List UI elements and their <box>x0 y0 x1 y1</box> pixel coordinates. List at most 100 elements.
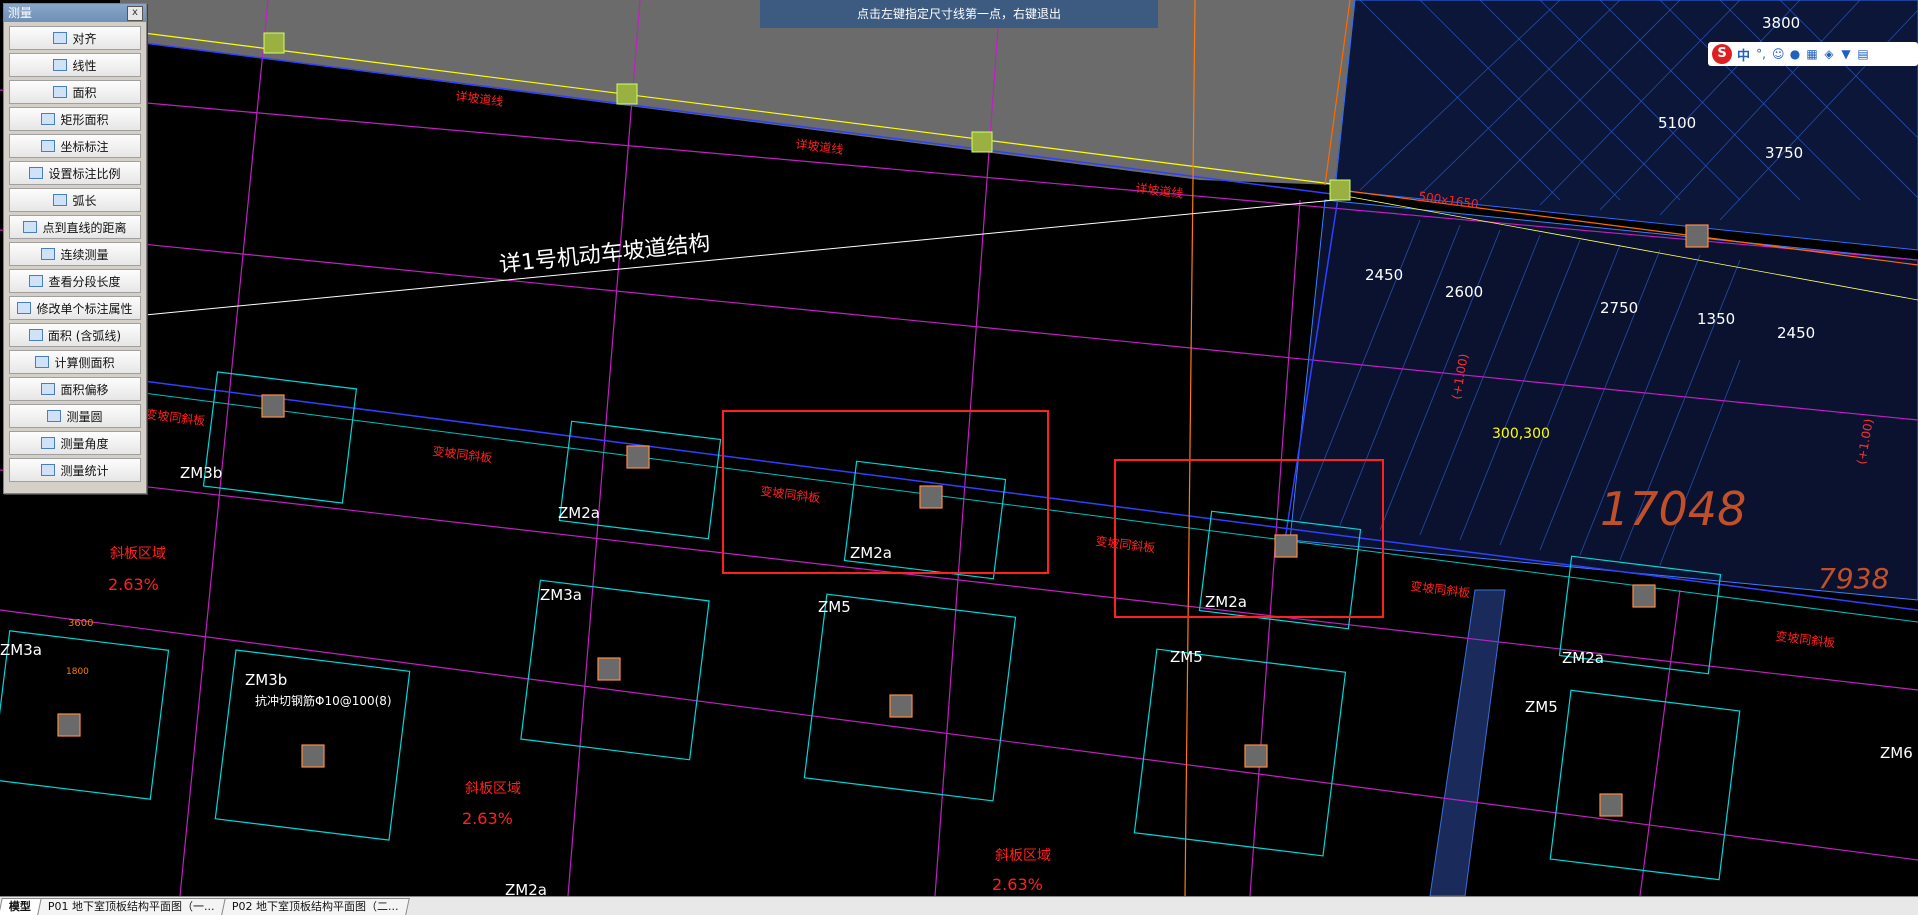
slope-label: 详坡道线 <box>1135 180 1184 201</box>
measure-angle-button[interactable]: 测量角度 <box>9 431 141 455</box>
dimension-text: 1800 <box>66 667 89 677</box>
microphone-icon[interactable]: ● <box>1789 48 1801 60</box>
arc-length-icon <box>53 194 68 206</box>
measure-align-button[interactable]: 对齐 <box>9 26 141 50</box>
measure-arc-area-button[interactable]: 面积 (含弧线) <box>9 323 141 347</box>
command-prompt-hint: 点击左键指定尺寸线第一点，右键退出 <box>760 0 1158 28</box>
slope-zone-label: 斜板区域 <box>465 781 521 797</box>
measure-tool-list: 对齐 线性 面积 矩形面积 坐标标注 设置标注比例 弧长 点到直线的距离 连续测… <box>4 22 146 482</box>
measure-edit-dimension-button[interactable]: 修改单个标注属性 <box>9 296 141 320</box>
close-icon[interactable]: x <box>127 6 143 21</box>
measure-statistics-button[interactable]: 测量统计 <box>9 458 141 482</box>
big-dimension: 17048 <box>1600 482 1746 536</box>
measure-arc-length-button[interactable]: 弧长 <box>9 188 141 212</box>
tab-model[interactable]: 模型 <box>0 898 42 915</box>
circle-measure-icon <box>47 410 62 422</box>
cad-drawing-canvas[interactable]: 详1号机动车坡道结构 详坡道线 详坡道线 详坡道线 变坡同斜板 变坡同斜板 变坡… <box>0 0 1918 896</box>
column-tag: ZM2a <box>1205 593 1247 611</box>
column-tag: ZM6 <box>1880 744 1913 762</box>
measure-area-offset-button[interactable]: 面积偏移 <box>9 377 141 401</box>
segment-length-icon <box>29 275 44 287</box>
measure-item-label: 测量角度 <box>60 436 109 451</box>
skin-icon[interactable]: ◈ <box>1823 48 1835 60</box>
variable-slope-label: 变坡同斜板 <box>432 443 493 465</box>
tab-label: P01 地下室顶板结构平面图（一... <box>47 900 215 913</box>
dimension-text: 300,300 <box>1492 426 1550 442</box>
measure-segment-button[interactable]: 查看分段长度 <box>9 269 141 293</box>
shirt-icon[interactable]: ▼ <box>1840 48 1852 60</box>
big-dimension: 7938 <box>1818 562 1889 595</box>
side-area-icon <box>35 356 50 368</box>
point-line-distance-icon <box>23 221 38 233</box>
measure-area-button[interactable]: 面积 <box>9 80 141 104</box>
column-tag: ZM2a <box>505 881 547 896</box>
edit-dimension-icon <box>17 302 32 314</box>
dimension-text: 2450 <box>1365 266 1403 284</box>
slope-zone-value: 2.63% <box>108 575 159 594</box>
column-tag: ZM5 <box>818 598 851 616</box>
punctuation-icon[interactable]: °, <box>1755 48 1767 60</box>
measure-item-label: 对齐 <box>72 31 97 46</box>
measure-item-label: 计算侧面积 <box>54 355 115 370</box>
column-tag: ZM3b <box>180 464 222 482</box>
measure-item-label: 点到直线的距离 <box>42 220 127 235</box>
variable-slope-label: 变坡同斜板 <box>145 406 206 428</box>
continuous-measure-icon <box>41 248 56 260</box>
slope-zone-value: 2.63% <box>992 875 1043 894</box>
measure-item-label: 测量统计 <box>60 463 109 478</box>
measure-coordinate-button[interactable]: 坐标标注 <box>9 134 141 158</box>
coordinate-icon <box>41 140 56 152</box>
measure-rect-area-button[interactable]: 矩形面积 <box>9 107 141 131</box>
tab-p01[interactable]: P01 地下室顶板结构平面图（一... <box>37 898 226 915</box>
highlight-boxes <box>722 410 1384 618</box>
dimension-text: 2450 <box>1777 324 1815 342</box>
layout-tabs: 模型 P01 地下室顶板结构平面图（一... P02 地下室顶板结构平面图（二.… <box>0 896 1918 915</box>
column-tag: ZM2a <box>1562 649 1604 667</box>
keyboard-icon[interactable]: ▦ <box>1806 48 1818 60</box>
measure-item-label: 面积 <box>72 85 97 100</box>
measure-side-area-button[interactable]: 计算侧面积 <box>9 350 141 374</box>
slope-label: 详坡道线 <box>455 88 504 109</box>
measure-panel-title[interactable]: 测量 x <box>4 4 146 22</box>
ime-language-toggle[interactable]: 中 <box>1737 45 1750 64</box>
column-tag: ZM3a <box>540 586 582 604</box>
angle-measure-icon <box>41 437 56 449</box>
measure-item-label: 连续测量 <box>60 247 109 262</box>
area-offset-icon <box>41 383 56 395</box>
variable-slope-label: 变坡同斜板 <box>1775 628 1836 650</box>
measure-item-label: 线性 <box>72 58 97 73</box>
rect-area-icon <box>41 113 56 125</box>
align-measure-icon <box>53 32 68 44</box>
dimension-text: 2750 <box>1600 299 1638 317</box>
ime-toolbar[interactable]: S 中 °, ☺ ● ▦ ◈ ▼ ▤ <box>1708 42 1918 66</box>
cad-drawing: 详1号机动车坡道结构 详坡道线 详坡道线 详坡道线 变坡同斜板 变坡同斜板 变坡… <box>0 0 1918 896</box>
measure-scale-button[interactable]: 设置标注比例 <box>9 161 141 185</box>
column-tag: ZM5 <box>1525 698 1558 716</box>
measure-item-label: 测量圆 <box>66 409 103 424</box>
measure-item-label: 修改单个标注属性 <box>36 301 133 316</box>
measure-item-label: 查看分段长度 <box>48 274 121 289</box>
dimension-text: 3800 <box>1762 14 1800 32</box>
slope-zone-label: 斜板区域 <box>995 848 1051 864</box>
measure-item-label: 面积 (含弧线) <box>47 328 122 343</box>
grid-menu-icon[interactable]: ▤ <box>1857 48 1869 60</box>
measure-item-label: 面积偏移 <box>60 382 109 397</box>
dimension-text: 3600 <box>68 618 93 629</box>
measure-circle-button[interactable]: 测量圆 <box>9 404 141 428</box>
measure-item-label: 设置标注比例 <box>48 166 121 181</box>
measure-item-label: 矩形面积 <box>60 112 109 127</box>
column-tag: ZM5 <box>1170 648 1203 666</box>
variable-slope-label: 变坡同斜板 <box>1095 533 1156 555</box>
emoji-icon[interactable]: ☺ <box>1772 48 1785 60</box>
slope-label: 详坡道线 <box>795 136 844 157</box>
measure-linear-button[interactable]: 线性 <box>9 53 141 77</box>
ime-logo-icon[interactable]: S <box>1712 44 1732 64</box>
column-tag: ZM2a <box>850 544 892 562</box>
measure-continuous-button[interactable]: 连续测量 <box>9 242 141 266</box>
column-tag: ZM2a <box>558 504 600 522</box>
tab-p02[interactable]: P02 地下室顶板结构平面图（二... <box>220 898 410 915</box>
column-tag: ZM3a <box>0 641 42 659</box>
slope-zone-value: 2.63% <box>462 809 513 828</box>
statistics-icon <box>41 464 56 476</box>
measure-point-line-button[interactable]: 点到直线的距离 <box>9 215 141 239</box>
